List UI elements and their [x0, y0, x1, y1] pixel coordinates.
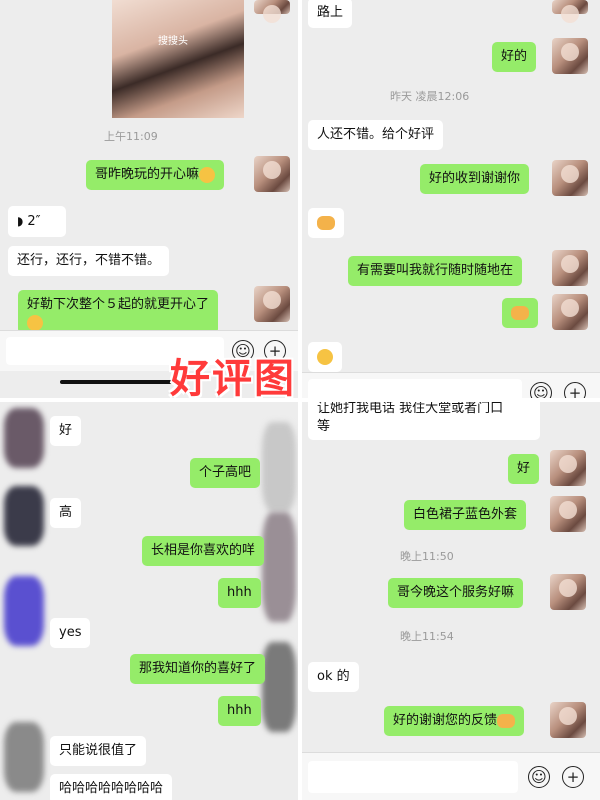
message-outgoing[interactable]: 有需要叫我就行随时随地在 — [348, 256, 523, 286]
message-outgoing[interactable]: hhh — [218, 578, 261, 608]
message-incoming[interactable]: 好 — [50, 416, 82, 446]
avatar[interactable] — [254, 156, 290, 192]
plus-icon[interactable]: + — [564, 382, 586, 398]
avatar[interactable] — [254, 286, 290, 322]
message-incoming[interactable]: 只能说很值了 — [50, 736, 147, 766]
blurred-avatar — [4, 486, 44, 546]
avatar[interactable] — [552, 294, 588, 330]
message-outgoing[interactable]: 个子高吧 — [190, 458, 261, 488]
avatar[interactable] — [550, 702, 586, 738]
blurred-avatar — [4, 408, 44, 468]
message-outgoing[interactable]: 好的谢谢您的反馈 — [384, 706, 525, 736]
timestamp: 晚上11:50 — [400, 550, 454, 563]
message-outgoing[interactable]: 好的 — [492, 42, 537, 72]
overlay-title: 好评图 — [170, 356, 296, 402]
message-incoming[interactable]: 人还不错。给个好评 — [308, 120, 444, 150]
message-input[interactable] — [308, 761, 518, 793]
message-outgoing[interactable]: 好 — [508, 454, 540, 484]
voice-message[interactable]: ◗ 2″ — [8, 206, 66, 237]
avatar[interactable] — [552, 0, 588, 23]
smile-emoji-icon — [27, 314, 43, 331]
avatar[interactable] — [552, 250, 588, 286]
avatar[interactable] — [550, 574, 586, 610]
chat-panel-top-right: 路上 好的 昨天 凌晨12:06 人还不错。给个好评 好的收到谢谢你 有需要叫我… — [302, 0, 600, 398]
avatar[interactable] — [550, 496, 586, 532]
handshake-icon — [317, 215, 335, 230]
blurred-avatar — [262, 512, 296, 622]
message-outgoing[interactable]: 哥今晚这个服务好嘛 — [388, 578, 524, 608]
chat-panel-top-left: 搜搜头 上午11:09 哥昨晚玩的开心嘛 ◗ 2″ 还行，还行，不错不错。 好勒下… — [0, 0, 298, 398]
plus-icon[interactable]: + — [562, 766, 584, 788]
message-outgoing[interactable]: hhh — [218, 696, 261, 726]
input-bar: ☺ + — [302, 752, 600, 800]
timestamp: 晚上11:54 — [400, 630, 454, 643]
message-outgoing[interactable]: 那我知道你的喜好了 — [130, 654, 266, 684]
ok-hand-icon — [317, 348, 333, 365]
message-incoming[interactable]: ok 的 — [308, 662, 359, 692]
chat-panel-bottom-right: 让她打我电话 我住大堂或者门口等 好 白色裙子蓝色外套 晚上11:50 哥今晚这… — [302, 402, 600, 800]
blurred-avatar — [4, 722, 44, 792]
shared-photo[interactable]: 搜搜头 — [112, 0, 244, 118]
message-outgoing[interactable]: 哥昨晚玩的开心嘛 — [86, 160, 225, 190]
input-bar: ☺ + — [302, 372, 600, 398]
message-incoming[interactable]: 高 — [50, 498, 82, 528]
avatar[interactable] — [254, 0, 290, 23]
home-indicator — [60, 380, 180, 384]
message-input[interactable] — [308, 379, 522, 398]
message-incoming-emoji[interactable] — [308, 208, 344, 238]
message-outgoing[interactable]: 好勒下次整个５起的就更开心了 — [18, 290, 219, 334]
avatar[interactable] — [552, 38, 588, 74]
message-incoming[interactable]: 让她打我电话 我住大堂或者门口等 — [308, 402, 540, 440]
chat-panel-bottom-left: 好 个子高吧 高 长相是你喜欢的咩 hhh yes 那我知道你的喜好了 hhh … — [0, 402, 298, 800]
blurred-avatar — [262, 422, 296, 512]
handshake-icon — [511, 305, 529, 320]
smile-emoji-icon — [199, 166, 216, 183]
message-incoming-emoji[interactable] — [308, 342, 342, 372]
message-incoming[interactable]: 哈哈哈哈哈哈哈哈 — [50, 774, 173, 800]
photo-tag: 搜搜头 — [158, 36, 188, 47]
message-incoming[interactable]: yes — [50, 618, 91, 648]
message-incoming[interactable]: 还行，还行，不错不错。 — [8, 246, 170, 276]
smile-icon[interactable]: ☺ — [530, 382, 552, 398]
voice-icon: ◗ — [17, 214, 24, 228]
avatar[interactable] — [552, 160, 588, 196]
message-outgoing[interactable]: 白色裙子蓝色外套 — [404, 500, 527, 530]
smile-icon[interactable]: ☺ — [528, 766, 550, 788]
avatar[interactable] — [550, 450, 586, 486]
message-outgoing[interactable]: 好的收到谢谢你 — [420, 164, 530, 194]
blurred-avatar — [262, 642, 296, 732]
message-outgoing-emoji[interactable] — [502, 298, 538, 328]
timestamp: 上午11:09 — [104, 130, 158, 143]
message-outgoing[interactable]: 长相是你喜欢的咩 — [142, 536, 265, 566]
blurred-avatar — [4, 576, 44, 646]
handshake-icon — [497, 713, 516, 728]
message-incoming[interactable]: 路上 — [308, 0, 353, 28]
timestamp: 昨天 凌晨12:06 — [390, 90, 470, 103]
